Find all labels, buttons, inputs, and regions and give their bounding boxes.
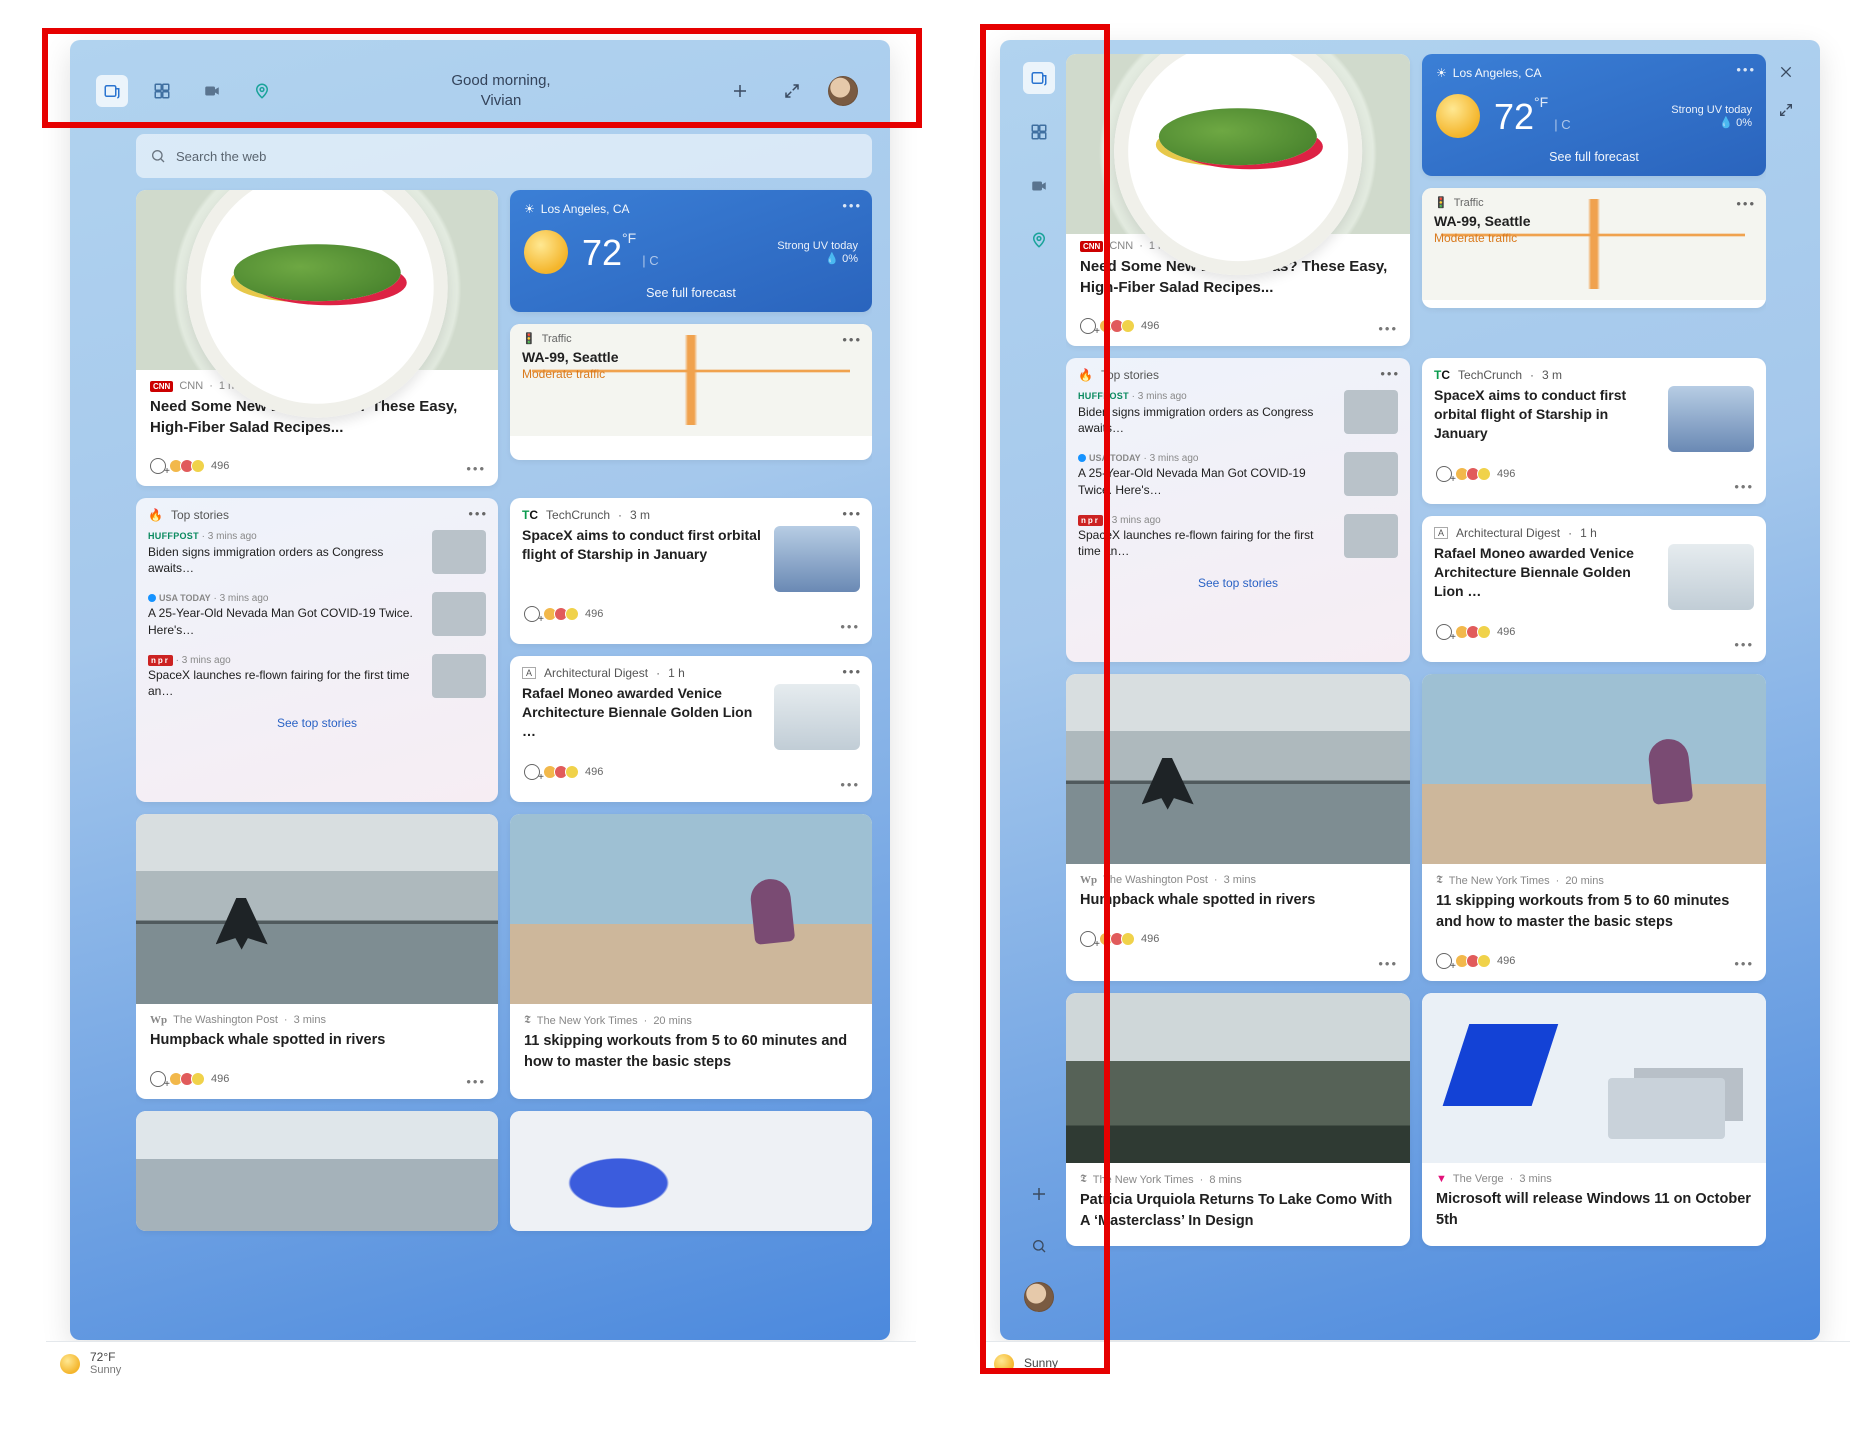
more-icon[interactable]: •••	[1378, 956, 1398, 971]
search-icon	[150, 148, 166, 164]
more-icon[interactable]: •••	[842, 664, 862, 679]
forecast-link[interactable]: See full forecast	[510, 280, 872, 312]
card-image	[1066, 54, 1410, 234]
taskbar-weather[interactable]: 72°FSunny	[90, 1350, 121, 1378]
taskbar-weather[interactable]: Sunny	[1024, 1356, 1058, 1370]
forecast-link[interactable]: See full forecast	[1422, 144, 1766, 176]
add-widget-button[interactable]	[724, 75, 756, 107]
card-image	[136, 814, 498, 1004]
search-input[interactable]: Search the web	[136, 134, 872, 178]
more-icon[interactable]: •••	[1736, 196, 1756, 211]
news-card-urquiola[interactable]: 𝕿The New York Times · 8 mins Patricia Ur…	[1066, 993, 1410, 1246]
widgets-panel-collapsed: CNNCNN · 1 h Need Some New Lunch Ideas? …	[1000, 40, 1820, 1340]
more-icon[interactable]: •••	[1380, 366, 1400, 381]
news-card-workout[interactable]: 𝕿The New York Times · 20 mins 11 skippin…	[510, 814, 872, 1099]
more-icon[interactable]: •••	[840, 619, 860, 634]
news-icon[interactable]	[96, 75, 128, 107]
see-top-stories-link[interactable]: See top stories	[136, 708, 498, 742]
traffic-card[interactable]: 🚦Traffic WA-99, Seattle Moderate traffic…	[1422, 188, 1766, 308]
widgets-icon[interactable]	[146, 75, 178, 107]
widgets-panel-expanded: Good morning, Vivian Search the web	[70, 40, 890, 1340]
sun-icon	[60, 1354, 80, 1374]
news-card-cut[interactable]	[136, 1111, 498, 1231]
news-card-archdigest[interactable]: AArchitectural Digest · 1 h ••• Rafael M…	[510, 656, 872, 802]
news-card-workout[interactable]: 𝕿The New York Times · 20 mins 11 skippin…	[1422, 674, 1766, 981]
more-icon[interactable]: •••	[466, 461, 486, 476]
reactions-row[interactable]: 496	[136, 452, 498, 486]
more-icon[interactable]: •••	[1734, 479, 1754, 494]
list-item[interactable]: npr · 3 mins agoSpaceX launches re-flown…	[136, 646, 498, 708]
side-rail	[1016, 62, 1062, 256]
news-card-techcrunch[interactable]: TCTechCrunch · 3 m ••• SpaceX aims to co…	[510, 498, 872, 644]
traffic-card[interactable]: 🚦Traffic WA-99, Seattle Moderate traffic…	[510, 324, 872, 460]
news-card-verge[interactable]: ▼The Verge · 3 mins Microsoft will relea…	[1422, 993, 1766, 1246]
search-icon[interactable]	[1023, 1230, 1055, 1262]
more-icon[interactable]: •••	[840, 777, 860, 792]
side-rail-bottom	[1016, 1178, 1062, 1312]
list-item[interactable]: USA TODAY · 3 mins agoA 25-Year-Old Neva…	[136, 584, 498, 646]
sun-icon	[994, 1354, 1014, 1374]
add-reaction-icon[interactable]	[150, 458, 166, 474]
more-icon[interactable]: •••	[842, 332, 862, 347]
more-icon[interactable]: •••	[842, 506, 862, 521]
weather-card[interactable]: ••• ☀︎Los Angeles, CA 72°F| C Strong UV …	[510, 190, 872, 312]
taskbar: 72°FSunny	[46, 1341, 916, 1385]
news-card-techcrunch[interactable]: TCTechCrunch · 3 m SpaceX aims to conduc…	[1422, 358, 1766, 504]
close-icon[interactable]	[1772, 58, 1800, 86]
news-card-cut[interactable]	[510, 1111, 872, 1231]
news-icon[interactable]	[1023, 62, 1055, 94]
more-icon[interactable]: •••	[1734, 637, 1754, 652]
avatar[interactable]	[828, 76, 858, 106]
top-stories-card[interactable]: 🔥Top stories ••• HUFFPOST · 3 mins agoBi…	[136, 498, 498, 802]
top-stories-card[interactable]: 🔥Top stories ••• HUFFPOST · 3 mins agoBi…	[1066, 358, 1410, 662]
sun-icon	[524, 230, 568, 274]
greeting-bar: Good morning, Vivian	[78, 52, 872, 130]
card-image	[136, 190, 498, 370]
list-item[interactable]: HUFFPOST · 3 mins agoBiden signs immigra…	[136, 522, 498, 584]
weather-card[interactable]: ••• ☀︎Los Angeles, CA 72°F| C Strong UV …	[1422, 54, 1766, 176]
news-card-whale[interactable]: WpThe Washington Post · 3 mins Humpback …	[136, 814, 498, 1099]
more-icon[interactable]: •••	[466, 1074, 486, 1089]
search-placeholder: Search the web	[176, 149, 266, 164]
see-top-stories-link[interactable]: See top stories	[1066, 568, 1410, 602]
expand-icon[interactable]	[1772, 96, 1800, 124]
more-icon[interactable]: •••	[1378, 321, 1398, 336]
list-item[interactable]: HUFFPOST · 3 mins agoBiden signs immigra…	[1066, 382, 1410, 444]
avatar[interactable]	[1024, 1282, 1054, 1312]
add-widget-button[interactable]	[1023, 1178, 1055, 1210]
news-card-archdigest[interactable]: AArchitectural Digest · 1 h Rafael Moneo…	[1422, 516, 1766, 662]
more-icon[interactable]: •••	[1734, 956, 1754, 971]
map-pin-icon[interactable]	[246, 75, 278, 107]
card-image	[510, 814, 872, 1004]
traffic-icon: 🚦	[522, 332, 536, 345]
news-card-lunch[interactable]: CNNCNN · 1 h Need Some New Lunch Ideas? …	[1066, 54, 1410, 346]
video-icon[interactable]	[196, 75, 228, 107]
expand-icon[interactable]	[776, 75, 808, 107]
map-pin-icon[interactable]	[1023, 224, 1055, 256]
list-item[interactable]: npr · 3 mins agoSpaceX launches re-flown…	[1066, 506, 1410, 568]
taskbar: Sunny	[980, 1341, 1850, 1385]
more-icon[interactable]: •••	[468, 506, 488, 521]
list-item[interactable]: USA TODAY · 3 mins agoA 25-Year-Old Neva…	[1066, 444, 1410, 506]
news-card-lunch[interactable]: CNNCNN · 1 h Need Some New Lunch Ideas? …	[136, 190, 498, 486]
greeting-title: Good morning, Vivian	[278, 71, 724, 112]
news-card-whale[interactable]: WpThe Washington Post · 3 mins Humpback …	[1066, 674, 1410, 981]
widgets-icon[interactable]	[1023, 116, 1055, 148]
video-icon[interactable]	[1023, 170, 1055, 202]
sun-icon	[1436, 94, 1480, 138]
